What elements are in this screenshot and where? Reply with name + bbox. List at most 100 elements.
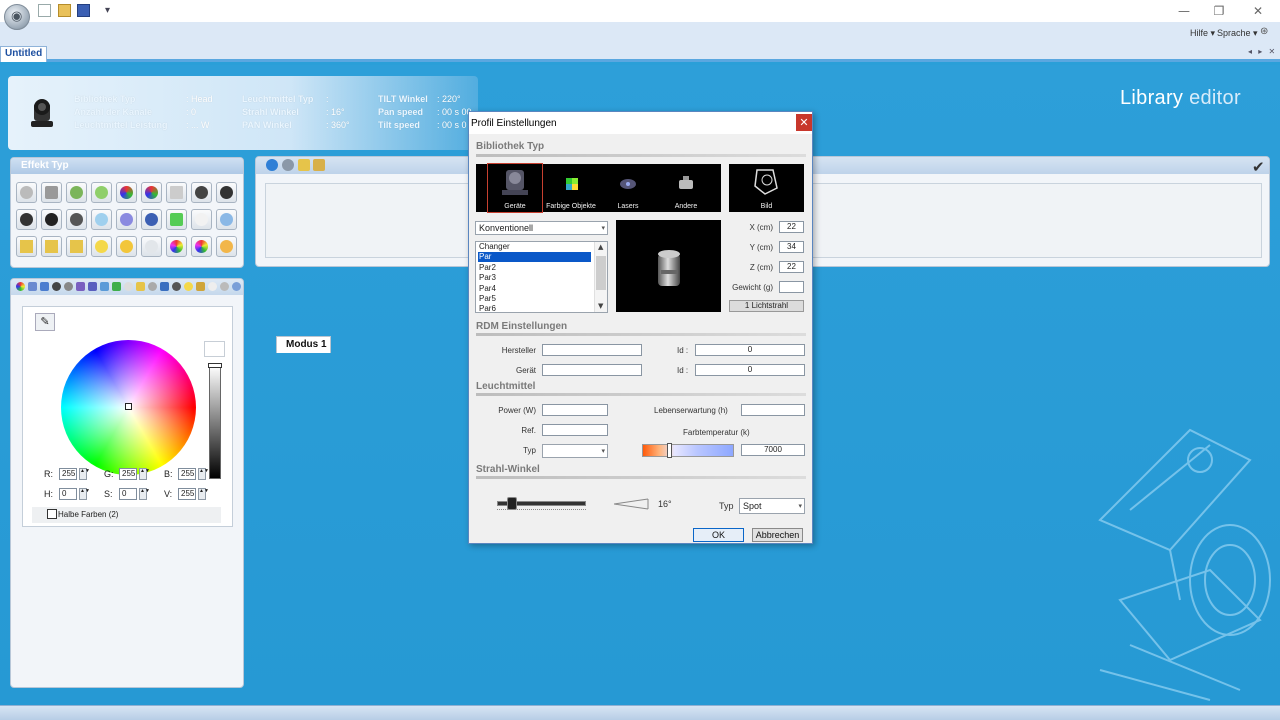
prism-icon[interactable]	[91, 209, 112, 230]
gobo-wheel-3-icon[interactable]	[41, 209, 62, 230]
halo-tool-icon[interactable]	[220, 282, 229, 291]
ok-button[interactable]: OK	[693, 528, 744, 542]
color-temperature-thumb[interactable]	[667, 443, 672, 458]
color-square-tool-icon[interactable]	[28, 282, 37, 291]
geraet-input[interactable]	[542, 364, 642, 376]
color-temperature-bar[interactable]	[642, 444, 734, 457]
eyedropper-icon[interactable]: ✎	[35, 313, 55, 331]
b-stepper[interactable]: ▲▼	[198, 468, 209, 480]
filter-tool-icon[interactable]	[76, 282, 85, 291]
beam-typ-combo[interactable]: Spot ▾	[739, 498, 805, 514]
figures-icon[interactable]	[116, 209, 137, 230]
brightness-slider-thumb[interactable]	[208, 363, 222, 368]
r-input[interactable]: 255	[59, 468, 77, 480]
triangle-tool-icon[interactable]	[136, 282, 145, 291]
s-stepper[interactable]: ▲▼	[139, 488, 150, 500]
green-tool-icon[interactable]	[112, 282, 121, 291]
y-input[interactable]: 34	[779, 241, 804, 253]
type-combo[interactable]: Konventionell ▾	[475, 221, 608, 235]
quick-access-dropdown-icon[interactable]: ▾	[101, 4, 114, 17]
lib-type-lasers[interactable]: Lasers	[601, 164, 655, 212]
triangle-effect-2-icon[interactable]	[41, 236, 62, 257]
id-input-1[interactable]: 0	[695, 344, 805, 356]
shutter-icon[interactable]	[166, 182, 187, 203]
h-input[interactable]: 0	[59, 488, 77, 500]
brightness-slider[interactable]	[209, 365, 221, 479]
app-menu-button[interactable]: ◉	[4, 4, 30, 30]
g-stepper[interactable]: ▲▼	[139, 468, 150, 480]
b-input[interactable]: 255	[178, 468, 196, 480]
id-input-2[interactable]: 0	[695, 364, 805, 376]
wheel-tool-icon[interactable]	[64, 282, 73, 291]
color-wheel-marker[interactable]	[125, 403, 132, 410]
gear-tool-icon[interactable]	[148, 282, 157, 291]
wheel-2-tool-icon[interactable]	[172, 282, 181, 291]
lebenserwartung-input[interactable]	[741, 404, 805, 416]
save-icon[interactable]	[77, 4, 90, 17]
color-wheel-tool-icon[interactable]	[16, 282, 25, 291]
bild-preview[interactable]: Bild	[729, 164, 804, 212]
heart-tool-icon[interactable]	[196, 282, 205, 291]
ref-input[interactable]	[542, 424, 608, 436]
add-mode-icon[interactable]	[266, 159, 278, 171]
color-mix-icon[interactable]	[141, 182, 162, 203]
scroll-down-icon[interactable]: ▼	[598, 302, 603, 310]
lib-type-andere[interactable]: Andere	[659, 164, 713, 212]
close-window-button[interactable]: ✕	[1240, 2, 1276, 20]
filter-3-tool-icon[interactable]	[100, 282, 109, 291]
h-stepper[interactable]: ▲▼	[79, 488, 90, 500]
document-tab-untitled[interactable]: Untitled	[0, 46, 48, 62]
globe-tool-icon[interactable]	[232, 282, 241, 291]
menu-sprache[interactable]: Sprache ▾	[1217, 28, 1258, 39]
gobo-icon[interactable]	[91, 182, 112, 203]
list-item-selected[interactable]: Par	[478, 252, 591, 262]
rotation-icon[interactable]	[66, 182, 87, 203]
white-tool-icon[interactable]	[124, 282, 133, 291]
laser-icon[interactable]	[166, 209, 187, 230]
tab-navigation[interactable]: ◂ ▸ ✕	[1248, 47, 1277, 56]
hersteller-input[interactable]	[542, 344, 642, 356]
cloud-icon[interactable]	[141, 236, 162, 257]
lamp-icon[interactable]	[91, 236, 112, 257]
lib-type-geraete[interactable]: Geräte	[487, 163, 543, 213]
dimmer-icon[interactable]	[216, 236, 237, 257]
list-item[interactable]: Par6	[478, 304, 591, 312]
list-item[interactable]: Par5	[478, 294, 591, 304]
dialog-close-button[interactable]: ✕	[796, 114, 812, 131]
list-item[interactable]: Par2	[478, 263, 591, 273]
lib-type-farbige-objekte[interactable]: Farbige Objekte	[544, 164, 598, 212]
x-input[interactable]: 22	[779, 221, 804, 233]
gears-2-icon[interactable]	[66, 209, 87, 230]
list-item[interactable]: Changer	[478, 242, 591, 252]
paste-mode-icon[interactable]	[313, 159, 325, 171]
minimize-button[interactable]: —	[1166, 2, 1202, 20]
menu-hilfe[interactable]: Hilfe ▾	[1190, 28, 1215, 39]
power-input[interactable]	[542, 404, 608, 416]
g-input[interactable]: 255	[119, 468, 137, 480]
r-stepper[interactable]: ▲▼	[79, 468, 90, 480]
image-tool-icon[interactable]	[160, 282, 169, 291]
z-input[interactable]: 22	[779, 261, 804, 273]
gears-icon[interactable]	[191, 182, 212, 203]
scroll-up-icon[interactable]: ▲	[598, 243, 603, 251]
lamp-tool-icon[interactable]	[184, 282, 193, 291]
gobo-wheel-icon[interactable]	[216, 182, 237, 203]
circle-tool-icon[interactable]	[208, 282, 217, 291]
s-input[interactable]: 0	[119, 488, 137, 500]
open-folder-icon[interactable]	[58, 4, 71, 17]
frost-icon[interactable]	[191, 209, 212, 230]
help-icon[interactable]: ⊛	[1260, 26, 1272, 38]
zoom-icon[interactable]	[216, 209, 237, 230]
check-icon[interactable]: ✔	[1252, 158, 1265, 176]
typ-combo[interactable]: ▾	[542, 444, 608, 458]
rainbow-icon[interactable]	[166, 236, 187, 257]
restore-button[interactable]: ❐	[1201, 2, 1237, 20]
new-file-icon[interactable]	[38, 4, 51, 17]
pan-tilt-icon[interactable]	[41, 182, 62, 203]
gewicht-input[interactable]	[779, 281, 804, 293]
filter-2-tool-icon[interactable]	[88, 282, 97, 291]
list-item[interactable]: Par3	[478, 273, 591, 283]
lamp-on-icon[interactable]	[116, 236, 137, 257]
cancel-button[interactable]: Abbrechen	[752, 528, 803, 542]
beam-angle-slider-thumb[interactable]	[507, 497, 517, 510]
